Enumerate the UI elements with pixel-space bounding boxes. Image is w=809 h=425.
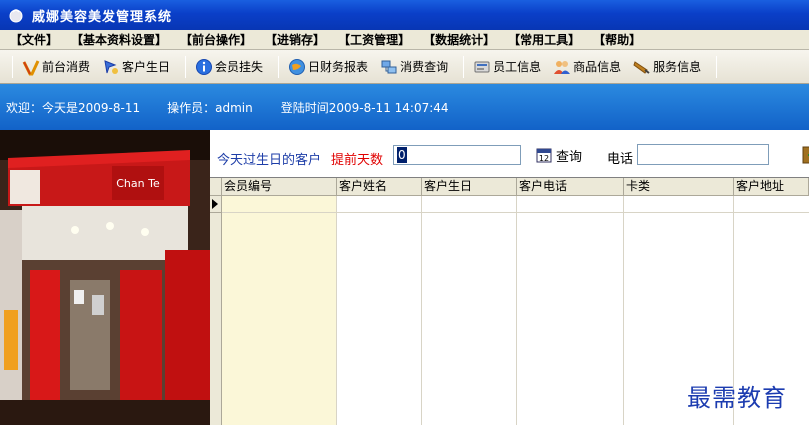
current-row-arrow-icon (212, 199, 218, 209)
front-sale-button[interactable]: 前台消费 (19, 55, 93, 79)
welcome-bar: 欢迎：今天是2009-8-11 操作员：admin 登陆时间2009-8-11 … (0, 84, 809, 130)
grid-header: 会员编号 客户姓名 客户生日 客户电话 卡类 客户地址 (210, 178, 809, 196)
svg-text:12: 12 (539, 154, 549, 163)
service-info-icon (633, 60, 650, 74)
col-birthday[interactable]: 客户生日 (422, 178, 517, 196)
toolbar-separator (12, 55, 13, 78)
menu-file[interactable]: 【文件】 (10, 31, 58, 48)
watermark-text: 最需教育 (687, 384, 787, 412)
menu-payroll[interactable]: 【工资管理】 (338, 31, 410, 48)
app-icon (9, 9, 23, 23)
today-birthday-label: 今天过生日的客户 (217, 153, 322, 168)
grid-row[interactable] (222, 212, 809, 213)
col-address[interactable]: 客户地址 (734, 178, 809, 196)
member-loss-label: 会员挂失 (215, 60, 264, 74)
col-member-id[interactable]: 会员编号 (222, 178, 337, 196)
col-phone[interactable]: 客户电话 (517, 178, 624, 196)
phone-input[interactable] (637, 144, 769, 165)
menu-basic-settings[interactable]: 【基本资料设置】 (71, 31, 167, 48)
query-button[interactable]: 12 查询 (536, 145, 582, 165)
front-sale-icon (22, 59, 40, 75)
customer-birthday-label: 客户生日 (122, 60, 171, 74)
salon-photo: Chan Te (0, 130, 210, 425)
staff-info-icon (474, 61, 490, 72)
grid-column (222, 196, 337, 425)
customer-birthday-button[interactable]: 客户生日 (99, 55, 173, 79)
globe-icon (289, 58, 306, 75)
welcome-date: 欢迎：今天是2009-8-11 (6, 100, 141, 115)
staff-info-button[interactable]: 员工信息 (470, 55, 544, 79)
menu-statistics[interactable]: 【数据统计】 (423, 31, 495, 48)
advance-days-input[interactable]: 0 (393, 145, 521, 165)
query-label: 查询 (556, 149, 583, 165)
col-card-type[interactable]: 卡类 (624, 178, 734, 196)
calendar-icon: 12 (536, 148, 552, 163)
operator-text: 操作员：admin (167, 100, 253, 115)
window-title: 威娜美容美发管理系统 (32, 9, 173, 25)
daily-finance-label: 日财务报表 (308, 60, 369, 74)
customer-birthday-icon (104, 59, 119, 74)
network-icon (381, 60, 397, 73)
grid-column (337, 196, 422, 425)
toolbar-separator (463, 55, 465, 78)
grid-column (422, 196, 517, 425)
toolbar-separator (278, 55, 280, 78)
service-info-label: 服务信息 (653, 60, 702, 74)
info-icon (196, 58, 213, 75)
consume-query-button[interactable]: 消费查询 (377, 55, 451, 79)
login-time: 登陆时间2009-8-11 14:07:44 (280, 100, 449, 115)
front-sale-label: 前台消费 (42, 60, 91, 74)
daily-finance-button[interactable]: 日财务报表 (285, 55, 371, 79)
title-bar: 威娜美容美发管理系统 (0, 0, 809, 30)
toolbar-separator (185, 55, 187, 78)
goods-info-button[interactable]: 商品信息 (550, 55, 624, 79)
grid-corner (210, 178, 222, 196)
advance-days-value: 0 (397, 147, 407, 163)
exit-icon[interactable] (802, 146, 809, 164)
menu-tools[interactable]: 【常用工具】 (508, 31, 580, 48)
goods-info-label: 商品信息 (573, 60, 622, 74)
service-info-button[interactable]: 服务信息 (630, 55, 704, 79)
menu-front-desk[interactable]: 【前台操作】 (180, 31, 252, 48)
staff-info-label: 员工信息 (493, 60, 542, 74)
advance-days-label: 提前天数 (331, 153, 384, 168)
phone-label: 电话 (607, 152, 634, 167)
menu-bar: 【文件】 【基本资料设置】 【前台操作】 【进销存】 【工资管理】 【数据统计】… (0, 30, 809, 50)
toolbar-separator (716, 55, 718, 78)
menu-inventory[interactable]: 【进销存】 (265, 31, 325, 48)
salon-sign: Chan Te (116, 177, 160, 190)
member-loss-button[interactable]: 会员挂失 (192, 55, 266, 79)
users-icon (554, 60, 571, 74)
toolbar: 前台消费 客户生日 会员挂失 日财务报表 消费查询 员工信息 商品信息 服务信息 (0, 50, 809, 84)
row-indicator (210, 196, 222, 425)
consume-query-label: 消费查询 (400, 60, 449, 74)
search-bar: 今天过生日的客户 提前天数 0 12 查询 电话 (210, 130, 809, 177)
grid-column (517, 196, 624, 425)
col-customer-name[interactable]: 客户姓名 (337, 178, 422, 196)
salon-photo-image: Chan Te (0, 130, 210, 425)
menu-help[interactable]: 【帮助】 (593, 31, 641, 48)
